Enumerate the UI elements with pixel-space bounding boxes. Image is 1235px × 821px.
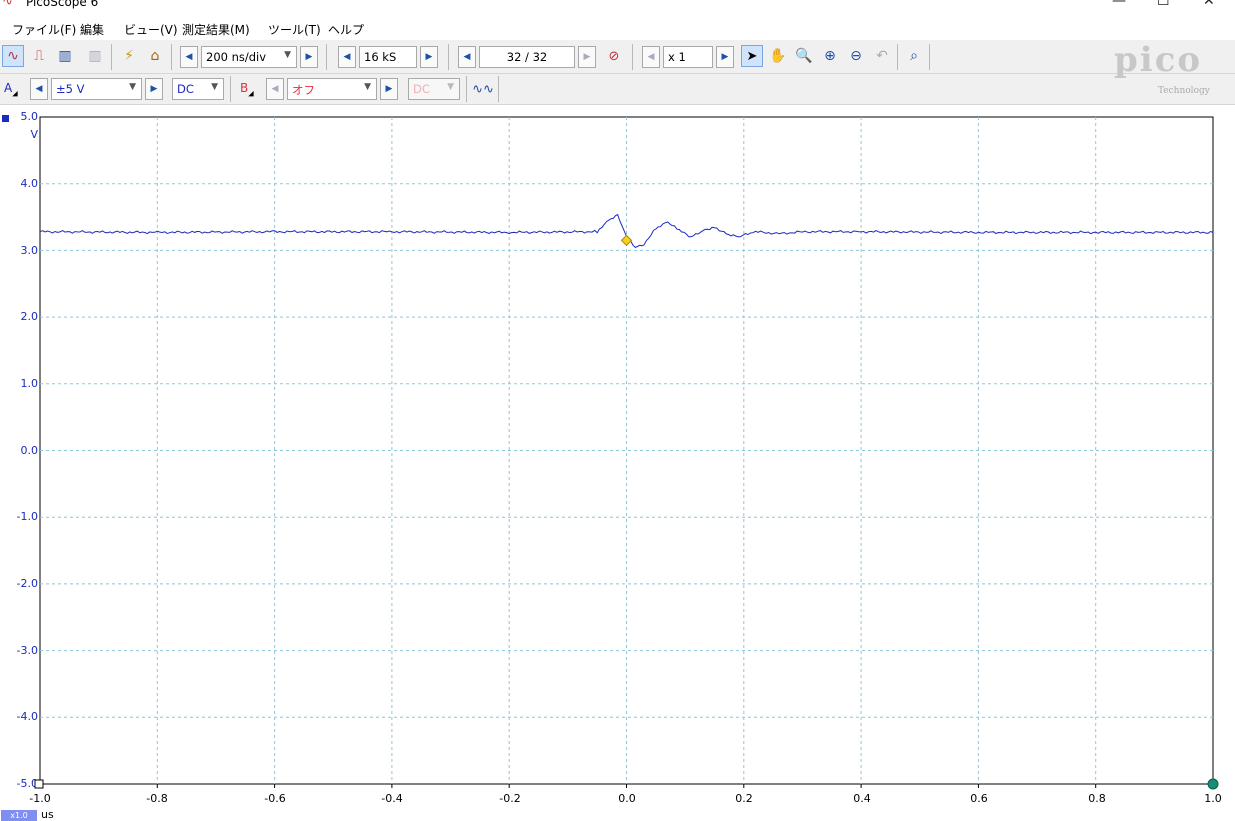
- zoom-overview-icon[interactable]: ⌕: [903, 45, 925, 67]
- timebase-next-button[interactable]: ▶: [300, 46, 318, 68]
- samples-prev-button[interactable]: ◀: [338, 46, 356, 68]
- channel-b-range-select[interactable]: オフ ▼: [287, 78, 377, 100]
- buffer-overview-icon[interactable]: ⊘: [603, 45, 625, 67]
- pico-logo: pico Technology: [1112, 40, 1232, 98]
- main-toolbar: ∿ ⎍ ▥ ▥ ⚡ ⌂ ◀ 200 ns/div ▼ ▶ ◀ 16 kS ▶ ◀…: [0, 40, 1235, 74]
- zoom-badge: x1.0: [1, 810, 37, 821]
- channel-b-label: B: [240, 81, 249, 95]
- channel-a-range-next-button[interactable]: ▶: [145, 78, 163, 100]
- window-title: PicoScope 6: [26, 0, 99, 9]
- timebase-value: 200 ns/div: [206, 50, 267, 64]
- channel-b-button[interactable]: B◢: [240, 81, 254, 97]
- oscilloscope-chart[interactable]: [0, 105, 1235, 808]
- autosetup-icon[interactable]: ⚡: [118, 45, 140, 67]
- channel-a-button[interactable]: A◢: [4, 81, 18, 97]
- home-icon[interactable]: ⌂: [144, 45, 166, 67]
- menu-tools[interactable]: ツール(T): [268, 21, 321, 38]
- channel-b-range-prev-button[interactable]: ◀: [266, 78, 284, 100]
- math-channels-icon[interactable]: ∿∿: [472, 78, 494, 100]
- zoom-value: x 1: [668, 50, 686, 64]
- hand-tool-icon[interactable]: ✋: [767, 45, 789, 67]
- buffer-navigator[interactable]: 32 / 32: [479, 46, 575, 68]
- ruler-handle-left[interactable]: [34, 779, 44, 789]
- maximize-button[interactable]: ☐: [1157, 0, 1170, 9]
- samples-select[interactable]: 16 kS: [359, 46, 417, 68]
- chevron-down-icon: ▼: [364, 82, 371, 92]
- chevron-down-icon: ▼: [129, 82, 136, 92]
- menu-view[interactable]: ビュー(V): [124, 21, 178, 38]
- zoom-out-icon[interactable]: ⊖: [845, 45, 867, 67]
- undo-zoom-icon: ↶: [876, 48, 888, 64]
- samples-next-button[interactable]: ▶: [420, 46, 438, 68]
- chevron-down-icon: ▼: [447, 82, 454, 92]
- channel-toolbar: A◢ ◀ ±5 V ▼ ▶ DC ▼ B◢ ◀ オフ ▼ ▶ DC ▼ ∿∿: [0, 74, 1235, 105]
- zoom-tool-icon[interactable]: 🔍: [793, 45, 815, 67]
- minimize-button[interactable]: —: [1112, 0, 1126, 9]
- chevron-down-icon: ▼: [211, 82, 218, 92]
- channel-a-range-prev-button[interactable]: ◀: [30, 78, 48, 100]
- channel-b-coupling-select: DC ▼: [408, 78, 460, 100]
- menu-bar: ファイル(F) 編集 ビュー(V) 測定結果(M) ツール(T) ヘルプ: [0, 18, 1235, 39]
- channel-a-range-select[interactable]: ±5 V ▼: [51, 78, 142, 100]
- chevron-down-icon: ▼: [284, 50, 291, 60]
- samples-value: 16 kS: [364, 50, 397, 64]
- title-bar: ∿ PicoScope 6 — ☐ ✕: [0, 0, 1235, 12]
- timebase-prev-button[interactable]: ◀: [180, 46, 198, 68]
- ruler-handle-right[interactable]: [1207, 778, 1219, 790]
- channel-b-range: オフ: [292, 83, 315, 97]
- zoom-in-icon[interactable]: ⊕: [819, 45, 841, 67]
- buffer-next-button[interactable]: ▶: [578, 46, 596, 68]
- channel-a-range: ±5 V: [56, 82, 85, 96]
- logo-wordmark: pico: [1114, 40, 1203, 80]
- close-button[interactable]: ✕: [1203, 0, 1215, 9]
- zoom-next-button[interactable]: ▶: [716, 46, 734, 68]
- menu-help[interactable]: ヘルプ: [328, 21, 364, 38]
- buffer-prev-button[interactable]: ◀: [458, 46, 476, 68]
- channel-a-coupling: DC: [177, 82, 194, 96]
- channel-a-coupling-select[interactable]: DC ▼: [172, 78, 224, 100]
- channel-b-coupling: DC: [413, 82, 430, 96]
- menu-edit[interactable]: 編集: [80, 21, 104, 38]
- persistence-mode-icon[interactable]: ⎍: [28, 45, 50, 67]
- logo-subtitle: Technology: [1158, 86, 1210, 96]
- scope-mode-icon[interactable]: ∿: [2, 45, 24, 67]
- timebase-select[interactable]: 200 ns/div ▼: [201, 46, 297, 68]
- buffer-value: 32 / 32: [506, 50, 548, 64]
- app-icon: ∿: [2, 0, 13, 9]
- menu-measurements[interactable]: 測定結果(M): [182, 21, 250, 38]
- x-unit-label: us: [41, 808, 54, 821]
- channel-a-label: A: [4, 81, 13, 95]
- zoom-select[interactable]: x 1: [663, 46, 713, 68]
- spectrum-mode-icon[interactable]: ▥: [54, 45, 76, 67]
- channel-a-offset-marker[interactable]: [2, 115, 9, 122]
- zoom-prev-button[interactable]: ◀: [642, 46, 660, 68]
- pointer-tool-icon[interactable]: ➤: [741, 45, 763, 67]
- channel-b-range-next-button[interactable]: ▶: [380, 78, 398, 100]
- spectrum-persistence-icon: ▥: [88, 48, 102, 64]
- menu-file[interactable]: ファイル(F): [12, 21, 76, 38]
